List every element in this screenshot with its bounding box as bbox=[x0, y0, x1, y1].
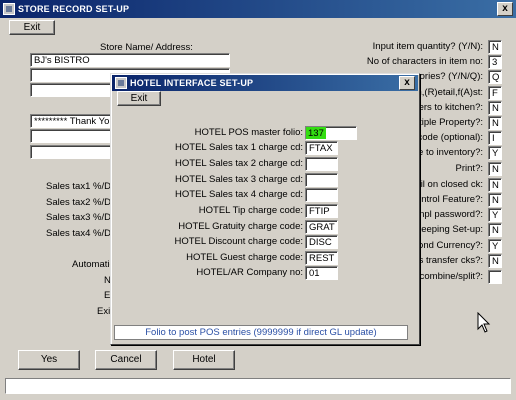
setting-value-field[interactable] bbox=[488, 270, 502, 284]
cancel-button[interactable]: Cancel bbox=[95, 350, 157, 370]
hotel-setting-label: HOTEL Guest charge code: bbox=[186, 252, 303, 263]
hotel-setting-label: HOTEL Discount charge code: bbox=[174, 236, 304, 247]
hotel-interface-dialog: HOTEL INTERFACE SET-UP x Exit HOTEL POS … bbox=[110, 73, 420, 345]
dialog-close-icon[interactable]: x bbox=[399, 76, 415, 90]
sales-tax4-label: Sales tax4 %/De bbox=[46, 228, 117, 239]
setting-value-field[interactable]: Q bbox=[488, 70, 502, 84]
status-bar bbox=[5, 378, 511, 394]
sales-tax2-label: Sales tax2 %/De bbox=[46, 197, 117, 208]
hotel-setting-label: HOTEL Sales tax 4 charge cd: bbox=[175, 189, 303, 200]
store-name-label: Store Name/ Address: bbox=[100, 42, 193, 53]
close-icon[interactable]: x bbox=[497, 2, 513, 16]
setting-value-field[interactable]: N bbox=[488, 254, 502, 268]
hotel-charge-code-field[interactable]: FTIP bbox=[305, 204, 338, 218]
exi-label: Exi bbox=[97, 306, 111, 317]
setting-value-field[interactable]: F bbox=[488, 86, 502, 100]
dialog-title: HOTEL INTERFACE SET-UP bbox=[130, 78, 254, 88]
master-folio-field[interactable]: 137 bbox=[305, 126, 357, 140]
setting-value-field[interactable]: N bbox=[488, 193, 502, 207]
hotel-setting-label: HOTEL/AR Company no: bbox=[196, 267, 303, 278]
setting-value-field[interactable]: N bbox=[488, 40, 502, 54]
setting-value-field[interactable]: N bbox=[488, 116, 502, 130]
setting-value-field[interactable]: I bbox=[488, 131, 502, 145]
setting-value-field[interactable]: 3 bbox=[488, 55, 502, 69]
dialog-exit-button[interactable]: Exit bbox=[117, 91, 161, 106]
hotel-charge-code-field[interactable] bbox=[305, 188, 338, 202]
dialog-app-icon bbox=[115, 77, 127, 89]
field-hint: Folio to post POS entries (9999999 if di… bbox=[114, 325, 408, 340]
automatic-label: Automatic bbox=[72, 259, 115, 270]
setting-value-field[interactable]: Y bbox=[488, 239, 502, 253]
hotel-charge-code-field[interactable]: 01 bbox=[305, 266, 338, 280]
main-title-bar: STORE RECORD SET-UP x bbox=[0, 0, 516, 18]
hotel-charge-code-field[interactable]: FTAX bbox=[305, 141, 338, 155]
hotel-setting-label: HOTEL Sales tax 3 charge cd: bbox=[175, 174, 303, 185]
store-name-field[interactable]: BJ's BISTRO bbox=[30, 53, 230, 67]
hotel-setting-label: HOTEL Gratuity charge code: bbox=[178, 221, 303, 232]
hotel-charge-code-field[interactable]: GRAT bbox=[305, 220, 338, 234]
hotel-charge-code-field[interactable]: DISC bbox=[305, 235, 338, 249]
setting-value-field[interactable]: N bbox=[488, 162, 502, 176]
hotel-setting-label: HOTEL Sales tax 2 charge cd: bbox=[175, 158, 303, 169]
app-icon bbox=[3, 3, 15, 15]
setting-value-field[interactable]: Y bbox=[488, 208, 502, 222]
main-window-title: STORE RECORD SET-UP bbox=[18, 4, 130, 14]
hotel-charge-code-field[interactable]: REST bbox=[305, 251, 338, 265]
setting-label: No of characters in item no: bbox=[366, 56, 483, 67]
hotel-setting-label: HOTEL Sales tax 1 charge cd: bbox=[175, 142, 303, 153]
setting-label: Input item quantity? (Y/N): bbox=[372, 41, 483, 52]
setting-value-field[interactable]: N bbox=[488, 223, 502, 237]
main-exit-button[interactable]: Exit bbox=[9, 20, 55, 35]
setting-value-field[interactable]: Y bbox=[488, 146, 502, 160]
setting-value-field[interactable]: N bbox=[488, 101, 502, 115]
master-folio-value: 137 bbox=[306, 127, 326, 139]
yes-button[interactable]: Yes bbox=[18, 350, 80, 370]
mouse-cursor-icon bbox=[477, 312, 491, 333]
hotel-setting-label: HOTEL Tip charge code: bbox=[198, 205, 303, 216]
hotel-setting-label: HOTEL POS master folio: bbox=[194, 127, 303, 138]
dialog-title-bar: HOTEL INTERFACE SET-UP x bbox=[112, 75, 418, 91]
hotel-button[interactable]: Hotel bbox=[173, 350, 235, 370]
sales-tax3-label: Sales tax3 %/De bbox=[46, 212, 117, 223]
setting-value-field[interactable]: N bbox=[488, 178, 502, 192]
store-record-window: STORE RECORD SET-UP x Exit Store Name/ A… bbox=[0, 0, 516, 400]
hotel-charge-code-field[interactable] bbox=[305, 157, 338, 171]
hotel-charge-code-field[interactable] bbox=[305, 173, 338, 187]
sales-tax1-label: Sales tax1 %/De bbox=[46, 181, 117, 192]
